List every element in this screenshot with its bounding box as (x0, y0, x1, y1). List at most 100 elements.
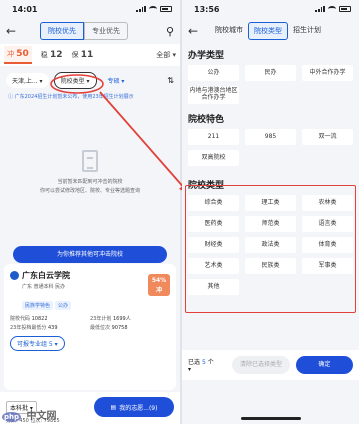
sort-icon[interactable]: ⇅ (167, 76, 174, 85)
school-card[interactable]: 广东白云学院 广东 普通本科 民办 民族学特色 公办 54% 冲 院校代码 108… (4, 264, 176, 390)
school-tag: 民族学特色 (22, 301, 54, 310)
stat-value: 90758 (111, 325, 128, 331)
back-arrow-icon[interactable]: ← (188, 24, 204, 38)
header: ← 院校优先 专业优先 ⚲ (0, 18, 180, 44)
tab-school-type[interactable]: 院校类型 (248, 22, 288, 40)
battery-icon (339, 6, 351, 12)
tab-school-city[interactable]: 院校城市 (210, 22, 248, 40)
tab-enroll-plan[interactable]: 招生计划 (288, 22, 326, 40)
status-bar: 14:01 (0, 0, 180, 18)
stat-item: 23年计划 1699人 (90, 315, 170, 322)
priority-toggle: 院校优先 专业优先 (40, 22, 128, 40)
selected-suffix: 个 (207, 359, 214, 366)
tab-chong-count: 50 (16, 49, 29, 59)
tab-wen-label: 稳 (40, 51, 48, 59)
school-type-filter-label: 院校类型 (60, 78, 85, 85)
tab-wen-count: 12 (50, 50, 63, 60)
empty-line-1: 当前暂未匹配到可冲击的院校 (57, 179, 123, 185)
option-item[interactable]: 双一流 (302, 129, 353, 145)
signal-icon (315, 6, 325, 12)
option-item[interactable]: 211 (188, 129, 239, 145)
option-item[interactable]: 985 (245, 129, 296, 145)
probability-badge: 54% 冲 (148, 274, 170, 296)
tab-wen[interactable]: 稳 12 (41, 50, 63, 60)
region-filter[interactable]: 天津,上... ▾ (6, 73, 49, 88)
filter-bar: 天津,上... ▾ 院校类型 ▾ 专硕 ▾ ⇅ (0, 66, 180, 91)
my-wish-label: 我的志愿...(9) (119, 404, 158, 412)
watermark-badge: php (2, 412, 22, 422)
option-item[interactable]: 内地与港澳台地区合作办学 (188, 86, 239, 104)
empty-state: 当前暂未匹配到可冲击的院校 你可以尝试修改地区、院校、专业等选题查询 (0, 150, 180, 196)
selected-count[interactable]: 已选 5 个 ▾ (188, 357, 216, 373)
right-screen: 13:56 ← 院校城市 院校类型 招生计划 办学类型 公办 民办 中外合作办学… (182, 0, 359, 424)
major-filter-label: 专硕 (107, 78, 120, 85)
filter-header: ← 院校城市 院校类型 招生计划 (182, 18, 359, 44)
watermark: php 中文网 (2, 407, 59, 422)
tab-bao-count: 11 (80, 50, 94, 60)
empty-line-2: 你可以尝试修改地区、院校、专业等选题查询 (39, 188, 140, 194)
wifi-icon (328, 6, 336, 12)
tab-major-priority[interactable]: 专业优先 (84, 22, 128, 40)
stat-value: 10822 (31, 316, 48, 322)
signal-icon (136, 6, 146, 12)
tab-school-priority[interactable]: 院校优先 (40, 22, 84, 40)
school-tag: 公办 (55, 301, 72, 310)
option-grid: 211 985 双一流 双高院校 (188, 129, 353, 166)
option-item[interactable]: 民办 (245, 65, 296, 81)
tab-chong[interactable]: 冲 50 (4, 46, 32, 64)
notice-text: ⓘ 广东2024招生计划暂未公布，使用23年招生计划展示 (8, 94, 134, 100)
probability-value: 54% (151, 277, 167, 284)
wish-list-icon: ▤ (110, 403, 117, 411)
stat-value: 1699人 (112, 316, 131, 322)
stat-item: 23年投档最低分 439 (10, 324, 90, 331)
confirm-button[interactable]: 确定 (295, 356, 354, 374)
majors-button-label: 可报专业组 5 (17, 341, 53, 348)
watermark-text: 中文网 (26, 411, 57, 422)
option-item[interactable]: 中外合作办学 (302, 65, 353, 81)
tab-chong-label: 冲 (7, 50, 14, 58)
search-icon[interactable]: ⚲ (166, 25, 174, 38)
section-ban-xue: 办学类型 公办 民办 中外合作办学 内地与港澳台地区合作办学 (182, 44, 359, 108)
school-name-row: 广东白云学院 (10, 270, 170, 281)
stat-key: 最低位次 (90, 325, 111, 331)
all-dropdown[interactable]: 全部 ▾ (156, 50, 176, 60)
option-item[interactable]: 双高院校 (188, 150, 239, 166)
stat-item: 院校代码 10822 (10, 315, 90, 322)
tab-bao-label: 保 (71, 51, 79, 59)
home-indicator (240, 417, 301, 420)
school-type-filter[interactable]: 院校类型 ▾ (53, 72, 97, 89)
school-name: 广东白云学院 (22, 271, 70, 280)
stat-key: 院校代码 (10, 316, 31, 322)
status-time: 13:56 (194, 4, 220, 14)
status-icons (315, 6, 351, 12)
battery-icon (160, 6, 172, 12)
empty-document-icon (82, 150, 98, 172)
selected-number: 5 (201, 359, 206, 366)
notice-label: 广东2024招生计划暂未公布，使用23年招生计划展示 (14, 94, 134, 100)
wifi-icon (149, 6, 157, 12)
major-filter[interactable]: 专硕 ▾ (102, 73, 131, 88)
majors-button[interactable]: 可报专业组 5 ▾ (10, 336, 65, 351)
tab-bao[interactable]: 保 11 (72, 50, 94, 60)
stat-item: 最低位次 90758 (90, 324, 170, 331)
status-time: 14:01 (12, 4, 38, 14)
section-title: 院校特色 (188, 115, 225, 125)
filter-tabs: 院校城市 院校类型 招生计划 (210, 22, 326, 40)
stat-key: 23年投档最低分 (10, 325, 47, 331)
recommend-button[interactable]: 为你推荐其他可冲击院校 (13, 246, 167, 263)
back-arrow-icon[interactable]: ← (6, 24, 22, 38)
all-label: 全部 (156, 51, 171, 59)
risk-tabs: 冲 50 稳 12 保 11 全部 ▾ (0, 44, 180, 66)
option-item[interactable]: 公办 (188, 65, 239, 81)
status-bar: 13:56 (182, 0, 359, 18)
clear-button[interactable]: 清除已选择类型 (232, 356, 290, 374)
left-screen: 14:01 ← 院校优先 专业优先 ⚲ 冲 50 稳 12 保 11 全部 ▾ … (0, 0, 180, 424)
stat-value: 439 (47, 325, 58, 331)
option-grid: 公办 民办 中外合作办学 内地与港澳台地区合作办学 (188, 65, 353, 104)
selected-prefix: 已选 (188, 359, 201, 366)
stat-key: 23年计划 (90, 316, 112, 322)
highlight-box (185, 185, 356, 313)
my-wish-button[interactable]: ▤ 我的志愿...(9) (94, 397, 174, 417)
region-filter-label: 天津,上... (12, 78, 38, 85)
probability-label: 冲 (155, 287, 162, 294)
